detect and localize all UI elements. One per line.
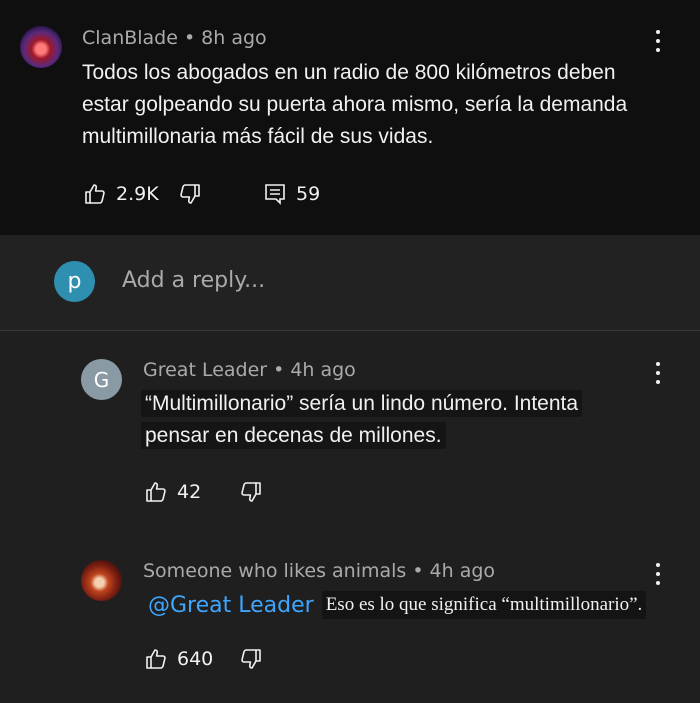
like-count: 640 bbox=[177, 648, 214, 670]
more-options-icon[interactable] bbox=[655, 563, 661, 585]
reply-text: “Multimillonario” sería un lindo número.… bbox=[141, 388, 583, 452]
thumbs-up-icon bbox=[146, 649, 166, 669]
reply-count: 59 bbox=[296, 183, 321, 205]
replies-button[interactable]: 59 bbox=[264, 183, 320, 205]
more-options-icon[interactable] bbox=[655, 362, 661, 384]
thumbs-down-icon bbox=[241, 482, 261, 502]
reply-input[interactable]: Add a reply... bbox=[122, 268, 265, 293]
mention-link[interactable]: @Great Leader bbox=[148, 593, 314, 618]
avatar[interactable] bbox=[20, 26, 62, 68]
reply-text: @Great Leader Eso es lo que significa “m… bbox=[148, 591, 647, 619]
timestamp: 4h ago bbox=[290, 359, 356, 381]
avatar[interactable] bbox=[81, 560, 122, 601]
author-name[interactable]: ClanBlade bbox=[82, 27, 178, 49]
avatar[interactable]: G bbox=[81, 359, 122, 400]
like-count: 42 bbox=[177, 481, 202, 503]
reply-bar bbox=[0, 235, 700, 331]
avatar: p bbox=[54, 261, 95, 302]
timestamp: 4h ago bbox=[429, 560, 496, 582]
dislike-button[interactable] bbox=[177, 182, 203, 206]
like-button[interactable]: 640 bbox=[143, 647, 213, 671]
comment-icon bbox=[265, 184, 285, 205]
timestamp: 8h ago bbox=[201, 27, 267, 49]
like-button[interactable]: 2.9K bbox=[82, 182, 159, 206]
thumbs-up-icon bbox=[146, 482, 166, 502]
author-name[interactable]: Someone who likes animals bbox=[143, 560, 406, 582]
comment-meta: ClanBlade • 8h ago bbox=[82, 27, 267, 49]
more-options-icon[interactable] bbox=[655, 30, 661, 52]
comment-text: Todos los abogados en un radio de 800 ki… bbox=[82, 61, 628, 148]
author-name[interactable]: Great Leader bbox=[143, 359, 267, 381]
dislike-button[interactable] bbox=[238, 647, 264, 671]
like-button[interactable]: 42 bbox=[143, 480, 201, 504]
thumbs-up-icon bbox=[85, 184, 105, 204]
like-count: 2.9K bbox=[116, 183, 159, 205]
dislike-button[interactable] bbox=[238, 480, 264, 504]
thumbs-down-icon bbox=[241, 649, 261, 669]
reply-meta: Someone who likes animals • 4h ago bbox=[143, 560, 496, 582]
thumbs-down-icon bbox=[180, 184, 200, 204]
reply-meta: Great Leader • 4h ago bbox=[143, 359, 356, 381]
